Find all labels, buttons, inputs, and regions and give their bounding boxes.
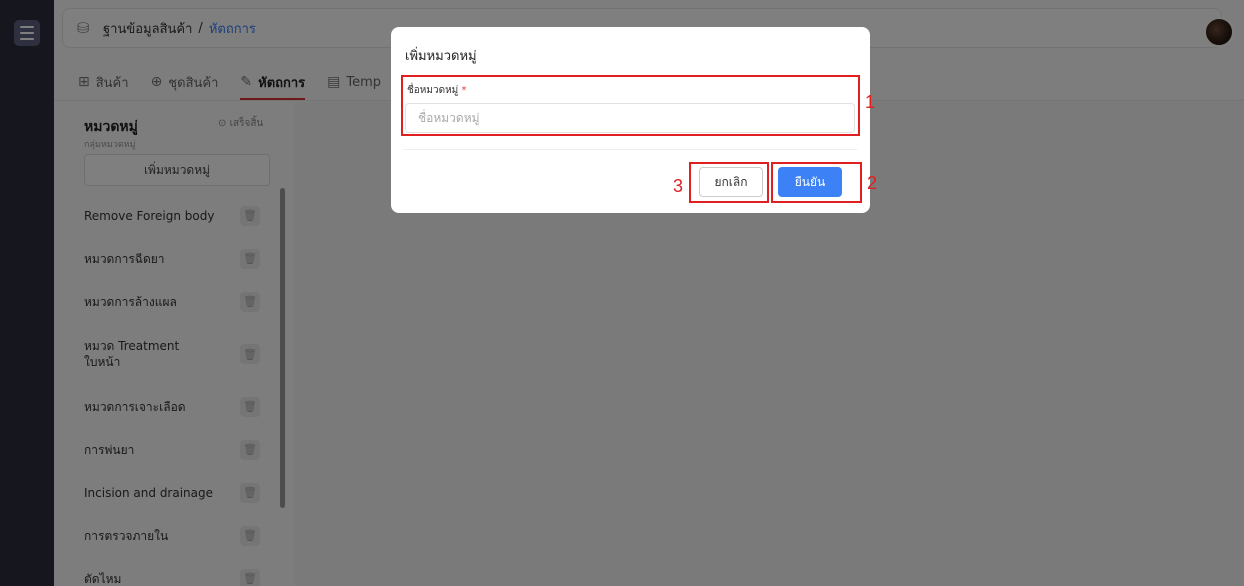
annotation-number-3: 3 [673, 176, 684, 196]
annotation-number-2: 2 [867, 173, 878, 193]
dialog-divider [403, 149, 857, 150]
annotation-number-1: 1 [865, 92, 876, 112]
annotation-box-1 [401, 75, 860, 136]
annotation-box-3 [689, 162, 769, 203]
dialog-title: เพิ่มหมวดหมู่ [405, 49, 477, 64]
annotation-box-2 [771, 162, 862, 203]
